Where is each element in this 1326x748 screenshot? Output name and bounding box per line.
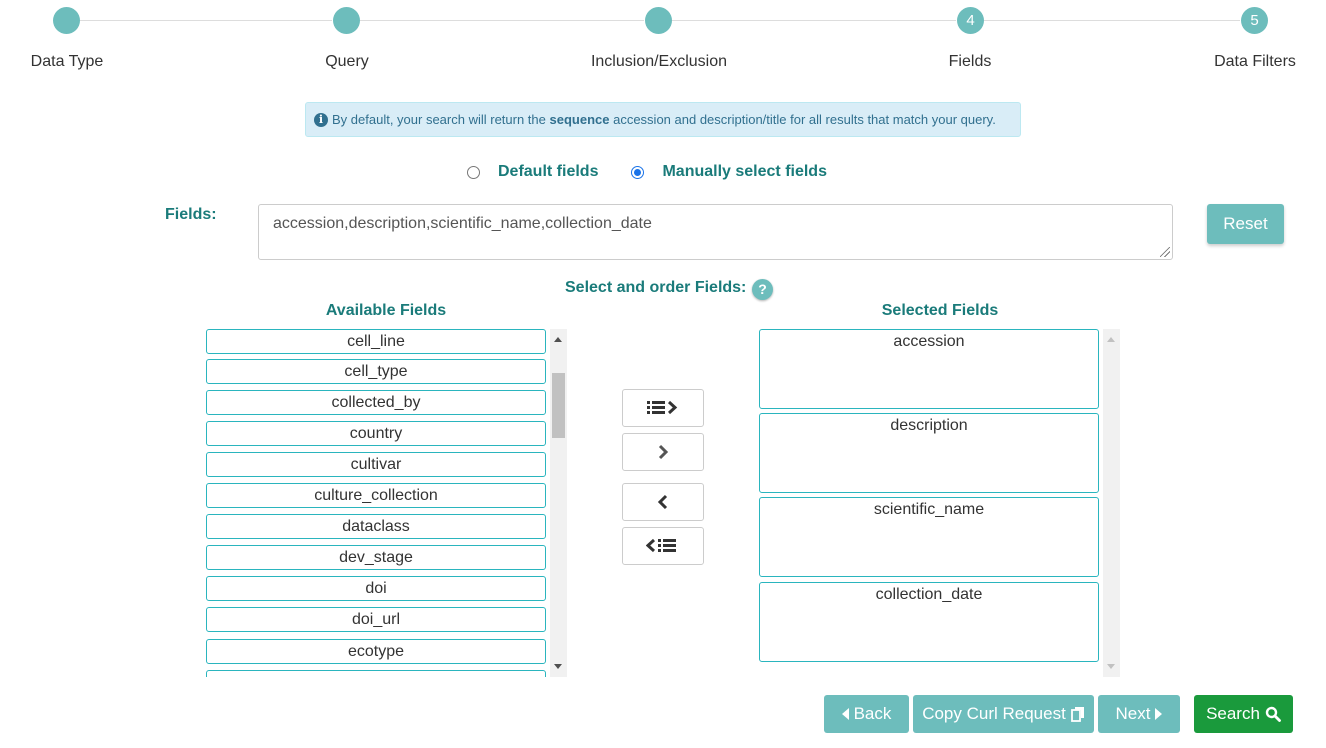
scroll-up-icon[interactable] <box>1107 337 1115 342</box>
copy-icon <box>1070 707 1084 722</box>
next-button[interactable]: Next <box>1098 695 1180 733</box>
manual-fields-label[interactable]: Manually select fields <box>662 163 827 181</box>
fields-label: Fields: <box>165 206 217 223</box>
move-right-icon <box>658 444 669 460</box>
info-alert: i By default, your search will return th… <box>305 102 1021 137</box>
move-all-left-button[interactable] <box>622 527 704 565</box>
step-connector <box>672 20 956 21</box>
move-left-icon <box>657 494 668 510</box>
step-connector <box>80 20 332 21</box>
list-item[interactable] <box>206 670 546 677</box>
list-item[interactable]: accession <box>759 329 1099 409</box>
list-item[interactable]: collected_by <box>206 390 546 415</box>
step-label-fields[interactable]: Fields <box>949 53 992 71</box>
move-all-right-icon <box>647 400 678 415</box>
info-circle-icon: i <box>314 112 328 127</box>
step-3-dot[interactable] <box>645 7 672 34</box>
list-item[interactable]: cultivar <box>206 452 546 477</box>
manual-fields-radio[interactable] <box>631 165 645 179</box>
copy-curl-label: Copy Curl Request <box>922 704 1066 723</box>
available-scrollbar[interactable] <box>550 329 567 677</box>
field-mode-radio-group: Default fields Manually select fields <box>467 163 860 181</box>
move-left-button[interactable] <box>622 483 704 521</box>
list-item[interactable]: scientific_name <box>759 497 1099 577</box>
move-right-button[interactable] <box>622 433 704 471</box>
scroll-down-icon[interactable] <box>554 664 562 669</box>
list-item[interactable]: ecotype <box>206 639 546 664</box>
progress-stepper: 4 5 Data Type Query Inclusion/Exclusion … <box>0 0 1326 80</box>
list-item[interactable]: doi <box>206 576 546 601</box>
list-item[interactable]: description <box>759 413 1099 493</box>
available-fields-list[interactable]: cell_line cell_type collected_by country… <box>205 329 567 677</box>
scroll-up-icon[interactable] <box>554 337 562 342</box>
move-all-right-button[interactable] <box>622 389 704 427</box>
copy-curl-button[interactable]: Copy Curl Request <box>913 695 1094 733</box>
step-label-data-type[interactable]: Data Type <box>31 53 104 71</box>
step-1-dot[interactable] <box>53 7 80 34</box>
list-item[interactable]: cell_type <box>206 359 546 384</box>
step-label-inclusion-exclusion[interactable]: Inclusion/Exclusion <box>591 53 727 71</box>
selected-fields-title: Selected Fields <box>881 302 999 319</box>
list-item[interactable]: cell_line <box>206 329 546 354</box>
step-connector <box>984 20 1240 21</box>
info-text: By default, your search will return the … <box>332 112 996 127</box>
fields-textarea[interactable]: accession,description,scientific_name,co… <box>258 204 1173 260</box>
move-all-left-icon <box>646 538 676 553</box>
list-item[interactable]: dataclass <box>206 514 546 539</box>
back-label: Back <box>853 704 892 723</box>
caret-right-icon <box>1155 708 1163 720</box>
fields-value: accession,description,scientific_name,co… <box>273 215 652 232</box>
step-label-query[interactable]: Query <box>325 53 369 71</box>
select-order-title: Select and order Fields: <box>565 279 747 296</box>
help-icon[interactable]: ? <box>752 279 773 300</box>
selected-fields-list[interactable]: accession description scientific_name co… <box>758 329 1120 677</box>
list-item[interactable]: culture_collection <box>206 483 546 508</box>
selected-scrollbar[interactable] <box>1103 329 1120 677</box>
available-fields-title: Available Fields <box>325 302 447 319</box>
list-item[interactable]: dev_stage <box>206 545 546 570</box>
scroll-down-icon[interactable] <box>1107 664 1115 669</box>
step-connector <box>360 20 644 21</box>
scroll-thumb[interactable] <box>552 373 565 438</box>
step-5-dot[interactable]: 5 <box>1241 7 1268 34</box>
step-label-data-filters[interactable]: Data Filters <box>1214 53 1296 71</box>
resize-grip-icon[interactable] <box>1160 247 1170 257</box>
default-fields-radio[interactable] <box>467 165 480 179</box>
caret-left-icon <box>841 708 849 720</box>
reset-button[interactable]: Reset <box>1207 204 1284 244</box>
default-fields-label[interactable]: Default fields <box>498 163 598 181</box>
step-2-dot[interactable] <box>333 7 360 34</box>
search-label: Search <box>1206 704 1260 723</box>
list-item[interactable]: doi_url <box>206 607 546 632</box>
search-icon <box>1265 706 1281 722</box>
step-4-dot[interactable]: 4 <box>957 7 984 34</box>
list-item[interactable]: country <box>206 421 546 446</box>
search-button[interactable]: Search <box>1194 695 1293 733</box>
back-button[interactable]: Back <box>824 695 909 733</box>
next-label: Next <box>1115 704 1151 723</box>
list-item[interactable]: collection_date <box>759 582 1099 662</box>
